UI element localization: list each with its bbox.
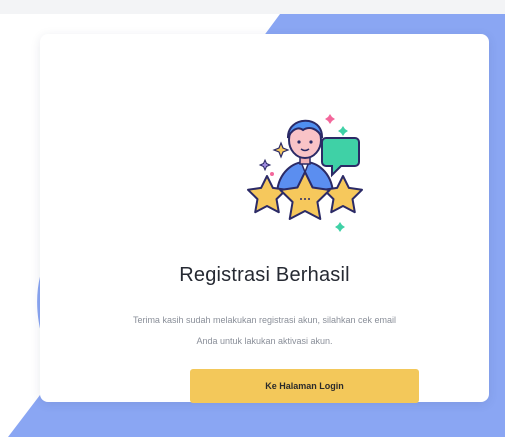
message-line-1: Terima kasih sudah melakukan registrasi … [132,315,397,325]
go-to-login-button[interactable]: Ke Halaman Login [190,369,419,403]
user-with-stars-illustration [247,114,363,232]
registration-success-card: Registrasi Berhasil Terima kasih sudah m… [40,34,489,403]
registration-success-title: Registrasi Berhasil [179,264,350,286]
registration-success-message: Terima kasih sudah melakukan registrasi … [40,310,489,352]
message-line-2: Anda untuk lakukan aktivasi akun. [196,336,333,346]
